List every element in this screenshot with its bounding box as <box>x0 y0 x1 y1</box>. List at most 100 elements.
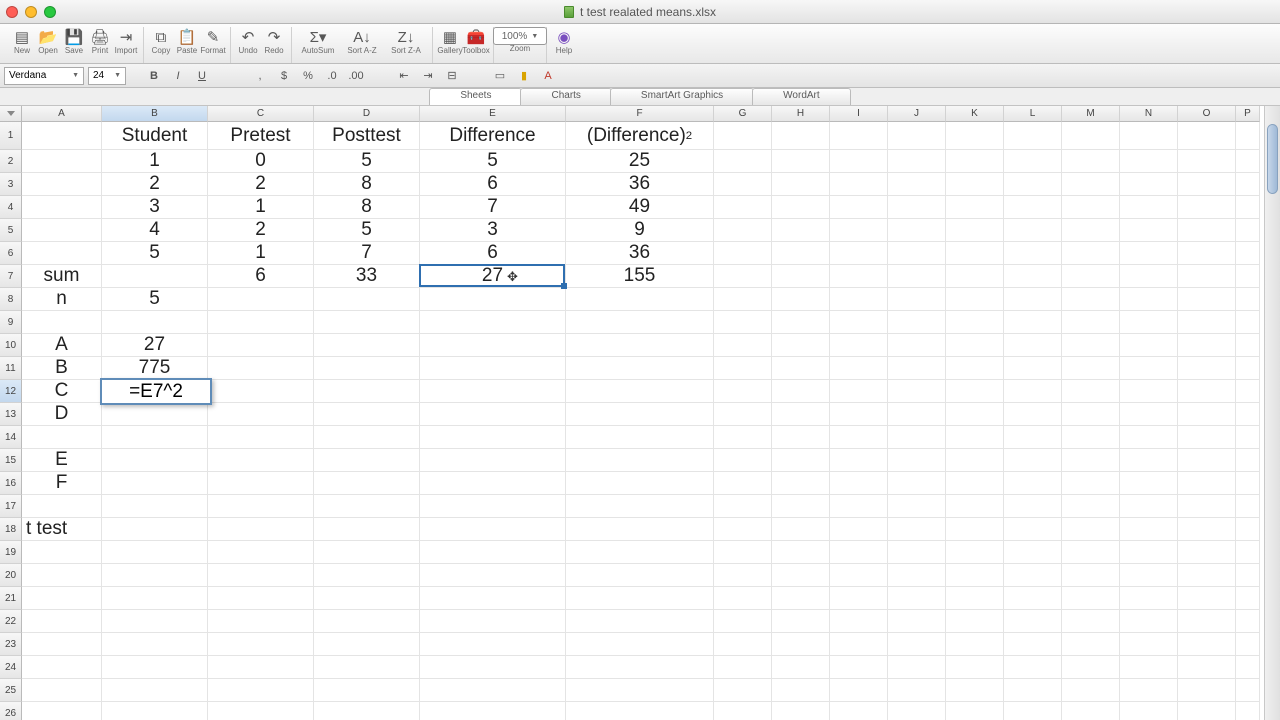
cell-B13[interactable] <box>102 403 208 426</box>
cell-grid[interactable]: StudentPretestPosttestDifference(Differe… <box>22 122 1264 720</box>
cell-G22[interactable] <box>714 610 772 633</box>
cell-H21[interactable] <box>772 587 830 610</box>
cell-J3[interactable] <box>888 173 946 196</box>
column-header-G[interactable]: G <box>714 106 772 122</box>
cell-L13[interactable] <box>1004 403 1062 426</box>
cell-G7[interactable] <box>714 265 772 288</box>
cell-O15[interactable] <box>1178 449 1236 472</box>
cell-K24[interactable] <box>946 656 1004 679</box>
cell-L3[interactable] <box>1004 173 1062 196</box>
cell-D23[interactable] <box>314 633 420 656</box>
cell-G24[interactable] <box>714 656 772 679</box>
cell-C26[interactable] <box>208 702 314 720</box>
cell-H18[interactable] <box>772 518 830 541</box>
row-header-1[interactable]: 1 <box>0 122 22 150</box>
cell-E22[interactable] <box>420 610 566 633</box>
cell-B21[interactable] <box>102 587 208 610</box>
cell-A8[interactable]: n <box>22 288 102 311</box>
row-header-23[interactable]: 23 <box>0 633 22 656</box>
cell-N20[interactable] <box>1120 564 1178 587</box>
cell-G21[interactable] <box>714 587 772 610</box>
cell-H3[interactable] <box>772 173 830 196</box>
cell-E21[interactable] <box>420 587 566 610</box>
column-header-A[interactable]: A <box>22 106 102 122</box>
cell-N18[interactable] <box>1120 518 1178 541</box>
cell-A23[interactable] <box>22 633 102 656</box>
cell-K22[interactable] <box>946 610 1004 633</box>
cell-B26[interactable] <box>102 702 208 720</box>
increase-decimal-button[interactable]: .00 <box>346 67 366 85</box>
cell-L6[interactable] <box>1004 242 1062 265</box>
cell-C7[interactable]: 6 <box>208 265 314 288</box>
cell-P26[interactable] <box>1236 702 1260 720</box>
column-header-I[interactable]: I <box>830 106 888 122</box>
cell-J20[interactable] <box>888 564 946 587</box>
cell-I15[interactable] <box>830 449 888 472</box>
cell-D15[interactable] <box>314 449 420 472</box>
cell-M16[interactable] <box>1062 472 1120 495</box>
cell-B9[interactable] <box>102 311 208 334</box>
cell-K3[interactable] <box>946 173 1004 196</box>
cell-M21[interactable] <box>1062 587 1120 610</box>
cell-C19[interactable] <box>208 541 314 564</box>
cell-M7[interactable] <box>1062 265 1120 288</box>
cell-B11[interactable]: 775 <box>102 357 208 380</box>
cell-K23[interactable] <box>946 633 1004 656</box>
column-header-L[interactable]: L <box>1004 106 1062 122</box>
borders-button[interactable]: ▭ <box>490 67 510 85</box>
cell-I23[interactable] <box>830 633 888 656</box>
cell-L22[interactable] <box>1004 610 1062 633</box>
cell-A4[interactable] <box>22 196 102 219</box>
cell-L17[interactable] <box>1004 495 1062 518</box>
cell-H4[interactable] <box>772 196 830 219</box>
cell-E25[interactable] <box>420 679 566 702</box>
cell-D26[interactable] <box>314 702 420 720</box>
cell-M24[interactable] <box>1062 656 1120 679</box>
cell-F8[interactable] <box>566 288 714 311</box>
cell-H26[interactable] <box>772 702 830 720</box>
row-header-14[interactable]: 14 <box>0 426 22 449</box>
cell-D13[interactable] <box>314 403 420 426</box>
cell-I10[interactable] <box>830 334 888 357</box>
cell-C13[interactable] <box>208 403 314 426</box>
cell-M14[interactable] <box>1062 426 1120 449</box>
cell-P17[interactable] <box>1236 495 1260 518</box>
cell-A16[interactable]: F <box>22 472 102 495</box>
cell-M8[interactable] <box>1062 288 1120 311</box>
cell-H11[interactable] <box>772 357 830 380</box>
column-header-B[interactable]: B <box>102 106 208 122</box>
cell-E15[interactable] <box>420 449 566 472</box>
cell-K8[interactable] <box>946 288 1004 311</box>
cell-H23[interactable] <box>772 633 830 656</box>
cell-L10[interactable] <box>1004 334 1062 357</box>
cell-O22[interactable] <box>1178 610 1236 633</box>
cell-H22[interactable] <box>772 610 830 633</box>
cell-K7[interactable] <box>946 265 1004 288</box>
cell-I21[interactable] <box>830 587 888 610</box>
cell-F18[interactable] <box>566 518 714 541</box>
cell-M2[interactable] <box>1062 150 1120 173</box>
cell-C3[interactable]: 2 <box>208 173 314 196</box>
cell-L12[interactable] <box>1004 380 1062 403</box>
cell-I12[interactable] <box>830 380 888 403</box>
cell-M12[interactable] <box>1062 380 1120 403</box>
cell-K1[interactable] <box>946 122 1004 150</box>
cell-N24[interactable] <box>1120 656 1178 679</box>
cell-N17[interactable] <box>1120 495 1178 518</box>
row-header-4[interactable]: 4 <box>0 196 22 219</box>
row-header-15[interactable]: 15 <box>0 449 22 472</box>
cell-A1[interactable] <box>22 122 102 150</box>
cell-J1[interactable] <box>888 122 946 150</box>
cell-O4[interactable] <box>1178 196 1236 219</box>
cell-J18[interactable] <box>888 518 946 541</box>
cell-I26[interactable] <box>830 702 888 720</box>
cell-A25[interactable] <box>22 679 102 702</box>
cell-D2[interactable]: 5 <box>314 150 420 173</box>
cell-M23[interactable] <box>1062 633 1120 656</box>
cell-O8[interactable] <box>1178 288 1236 311</box>
cell-N1[interactable] <box>1120 122 1178 150</box>
cell-M1[interactable] <box>1062 122 1120 150</box>
cell-F2[interactable]: 25 <box>566 150 714 173</box>
cell-M6[interactable] <box>1062 242 1120 265</box>
cell-D19[interactable] <box>314 541 420 564</box>
